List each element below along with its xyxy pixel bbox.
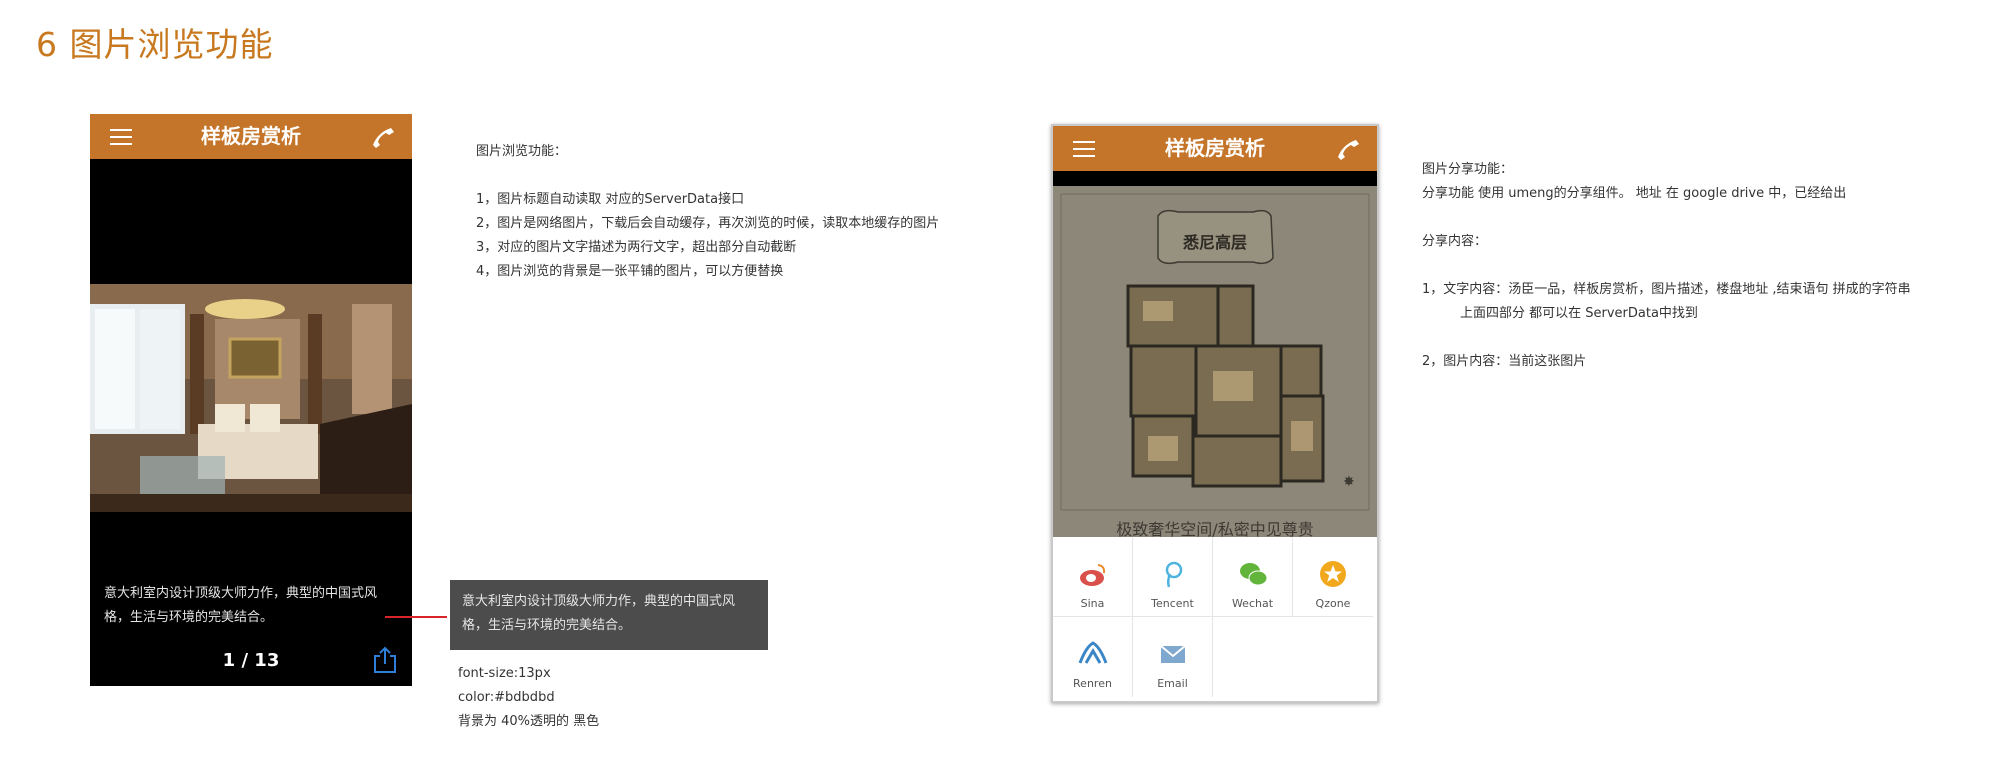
share-label: Sina bbox=[1080, 597, 1105, 610]
plan-heading: 悉尼高层 bbox=[1182, 233, 1247, 252]
share-tencent-button[interactable]: Tencent bbox=[1133, 537, 1213, 617]
description-title: 图片浏览功能： bbox=[476, 144, 568, 159]
description-item: 3，对应的图片文字描述为两行文字，超出部分自动截断 bbox=[476, 240, 797, 255]
page-title: 6 图片浏览功能 bbox=[36, 25, 274, 64]
wechat-icon bbox=[1239, 563, 1267, 586]
share-screen: 样板房赏析 悉尼高层 ✸ 极致奢华空间/私密中见尊贵 Sina Tencent … bbox=[1051, 124, 1379, 703]
share-icon[interactable] bbox=[372, 646, 398, 674]
style-notes: font-size:13px color:#bdbdbd 背景为 40%透明的 … bbox=[458, 662, 599, 734]
email-icon bbox=[1159, 645, 1186, 663]
tencent-weibo-icon bbox=[1165, 561, 1182, 588]
sina-weibo-icon bbox=[1079, 564, 1105, 586]
caption-style-sample: 意大利室内设计顶级大师力作，典型的中国式风 格，生活与环境的完美结合。 bbox=[450, 580, 768, 650]
caption-line: 格，生活与环境的完美结合。 bbox=[462, 618, 632, 633]
description-title: 图片分享功能： bbox=[1422, 162, 1514, 177]
description-subtitle: 分享内容： bbox=[1422, 234, 1488, 249]
room-photo[interactable] bbox=[90, 284, 412, 512]
share-wechat-button[interactable]: Wechat bbox=[1213, 537, 1293, 617]
image-viewer-screen: 样板房赏析 意大利室内设计顶级大师力作，典型的中国式风 格，生活与环境的完美结合… bbox=[90, 114, 412, 686]
nav-title: 样板房赏析 bbox=[1165, 136, 1265, 160]
description-item: 2，图片是网络图片，下载后会自动缓存，再次浏览的时候，读取本地缓存的图片 bbox=[476, 216, 940, 231]
share-feature-description: 图片分享功能： 分享功能 使用 umeng的分享组件。 地址 在 google … bbox=[1422, 158, 1911, 374]
qzone-icon bbox=[1320, 561, 1346, 587]
share-label: Renren bbox=[1073, 677, 1112, 690]
share-sina-button[interactable]: Sina bbox=[1053, 537, 1133, 617]
share-email-button[interactable]: Email bbox=[1133, 617, 1213, 697]
caption-line: 格，生活与环境的完美结合。 bbox=[104, 610, 274, 625]
share-label: Qzone bbox=[1315, 597, 1351, 610]
browse-feature-description: 图片浏览功能： 1，图片标题自动读取 对应的ServerData接口 2，图片是… bbox=[476, 140, 939, 284]
image-caption: 意大利室内设计顶级大师力作，典型的中国式风 格，生活与环境的完美结合。 bbox=[104, 582, 404, 630]
description-item: 1，文字内容：汤臣一品，样板房赏析，图片描述，楼盘地址 ,结束语句 拼成的字符串 bbox=[1422, 282, 1911, 297]
page-counter: 1 / 13 bbox=[222, 650, 280, 671]
annotation-connector bbox=[385, 616, 447, 618]
nav-title: 样板房赏析 bbox=[201, 124, 301, 148]
share-panel: Sina Tencent Wechat Qzone Renren Email bbox=[1053, 537, 1377, 701]
caption-line: 意大利室内设计顶级大师力作，典型的中国式风 bbox=[462, 594, 736, 609]
description-item: 4，图片浏览的背景是一张平铺的图片，可以方便替换 bbox=[476, 264, 784, 279]
share-renren-button[interactable]: Renren bbox=[1053, 617, 1133, 697]
share-label: Email bbox=[1157, 677, 1188, 690]
share-label: Tencent bbox=[1151, 597, 1194, 610]
style-note: font-size:13px bbox=[458, 666, 551, 681]
floor-plan-image[interactable]: 悉尼高层 ✸ bbox=[1053, 186, 1377, 516]
share-label: Wechat bbox=[1231, 597, 1274, 610]
style-note: 背景为 40%透明的 黑色 bbox=[458, 714, 600, 729]
phone-call-icon[interactable] bbox=[370, 125, 396, 149]
share-qzone-button[interactable]: Qzone bbox=[1293, 537, 1373, 617]
nav-bar: 样板房赏析 bbox=[90, 114, 412, 159]
caption-line: 意大利室内设计顶级大师力作，典型的中国式风 bbox=[104, 586, 378, 601]
compass-icon: ✸ bbox=[1343, 474, 1355, 490]
description-item: 1，图片标题自动读取 对应的ServerData接口 bbox=[476, 192, 745, 207]
renren-icon bbox=[1078, 641, 1107, 664]
description-item: 分享功能 使用 umeng的分享组件。 地址 在 google drive 中，… bbox=[1422, 186, 1847, 201]
description-item: 2，图片内容：当前这张图片 bbox=[1422, 354, 1587, 369]
description-item: 上面四部分 都可以在 ServerData中找到 bbox=[1460, 306, 1698, 321]
phone-call-icon[interactable] bbox=[1335, 137, 1361, 161]
style-note: color:#bdbdbd bbox=[458, 690, 555, 705]
nav-bar: 样板房赏析 bbox=[1053, 126, 1377, 171]
